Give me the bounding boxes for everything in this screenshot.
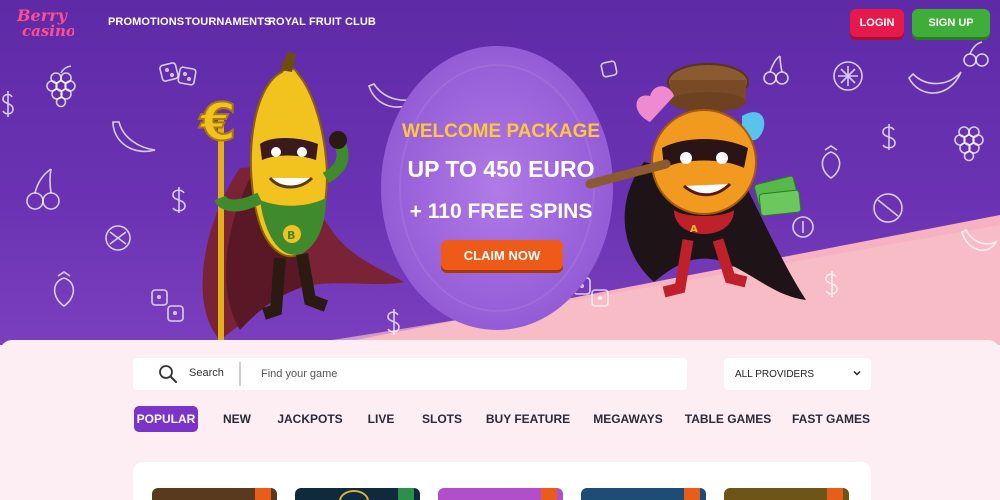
dollar-doodle-icon-2 xyxy=(2,91,14,117)
search-input[interactable] xyxy=(251,362,671,386)
game-card-4[interactable] xyxy=(581,488,706,500)
chevron-down-icon xyxy=(853,370,861,376)
game-card-1[interactable] xyxy=(152,488,277,500)
game-provider-badge xyxy=(684,488,700,500)
dollar-doodle-icon-3 xyxy=(882,124,896,150)
strawberry-doodle-icon-2 xyxy=(821,145,841,179)
game-provider-badge xyxy=(827,488,843,500)
claim-now-button[interactable]: CLAIM NOW xyxy=(441,240,563,270)
providers-selected-value: ALL PROVIDERS xyxy=(735,368,815,380)
svg-text:A: A xyxy=(690,224,698,235)
logo-wordmark-2: casino xyxy=(22,22,74,40)
cherry-doodle-icon-2 xyxy=(26,168,60,210)
promo-title: WELCOME PACKAGE xyxy=(401,121,601,142)
promo-highlight-circle xyxy=(381,46,613,330)
game-card-5[interactable] xyxy=(724,488,849,500)
tab-new[interactable]: NEW xyxy=(218,406,256,432)
header-bar: Berry casino PROMOTIONS TOURNAMENTS ROYA… xyxy=(0,0,1000,44)
game-provider-badge xyxy=(541,488,557,500)
nav-tournaments[interactable]: TOURNAMENTS xyxy=(185,16,271,28)
banana-doodle-icon-4 xyxy=(961,228,998,252)
banana-hero-mascot: € B xyxy=(198,52,404,340)
tab-slots[interactable]: SLOTS xyxy=(420,406,464,432)
tab-jackpots[interactable]: JACKPOTS xyxy=(277,406,342,432)
providers-dropdown[interactable]: ALL PROVIDERS xyxy=(724,358,871,390)
strawberry-doodle-icon xyxy=(53,271,75,307)
signup-button[interactable]: SIGN UP xyxy=(912,9,990,37)
tab-megaways[interactable]: MEGAWAYS xyxy=(592,406,664,432)
promo-free-spins: + 110 FREE SPINS xyxy=(409,200,593,223)
svg-text:B: B xyxy=(287,229,295,242)
game-provider-badge xyxy=(398,488,414,500)
tab-popular[interactable]: POPULAR xyxy=(134,406,198,432)
grapes-doodle-icon-2 xyxy=(954,126,984,162)
game-card-2[interactable] xyxy=(295,488,420,500)
nav-promotions[interactable]: PROMOTIONS xyxy=(108,16,184,28)
tab-live[interactable]: LIVE xyxy=(364,406,398,432)
cherry-doodle-icon-4 xyxy=(963,41,989,67)
banana-doodle-icon-2 xyxy=(112,121,156,153)
search-label: Search xyxy=(189,367,224,379)
banana-doodle-icon-3 xyxy=(908,71,962,94)
game-provider-badge xyxy=(255,488,271,500)
orange-doodle-icon xyxy=(105,225,131,251)
orange-doodle-icon-2 xyxy=(873,193,903,223)
promo-amount: UP TO 450 EURO xyxy=(407,156,595,182)
svg-text:€: € xyxy=(199,93,236,153)
tab-table-games[interactable]: TABLE GAMES xyxy=(685,406,771,432)
dollar-doodle-icon-4 xyxy=(825,271,838,297)
nav-royal-fruit-club[interactable]: ROYAL FRUIT CLUB xyxy=(268,16,376,28)
search-divider xyxy=(239,362,241,386)
game-ring-icon xyxy=(339,490,369,500)
grapes-doodle-icon xyxy=(46,65,76,108)
tab-fast-games[interactable]: FAST GAMES xyxy=(792,406,870,432)
login-button[interactable]: LOGIN xyxy=(850,9,904,37)
tab-buy-feature[interactable]: BUY FEATURE xyxy=(486,406,570,432)
lemon-doodle-icon xyxy=(833,61,863,91)
search-icon[interactable] xyxy=(158,364,178,384)
game-card-3[interactable] xyxy=(438,488,563,500)
berry-casino-logo[interactable]: Berry casino xyxy=(14,4,74,40)
hero-banner: € B A WELCOME PACKAGE UP TO 450 EURO + 1… xyxy=(0,0,1000,345)
